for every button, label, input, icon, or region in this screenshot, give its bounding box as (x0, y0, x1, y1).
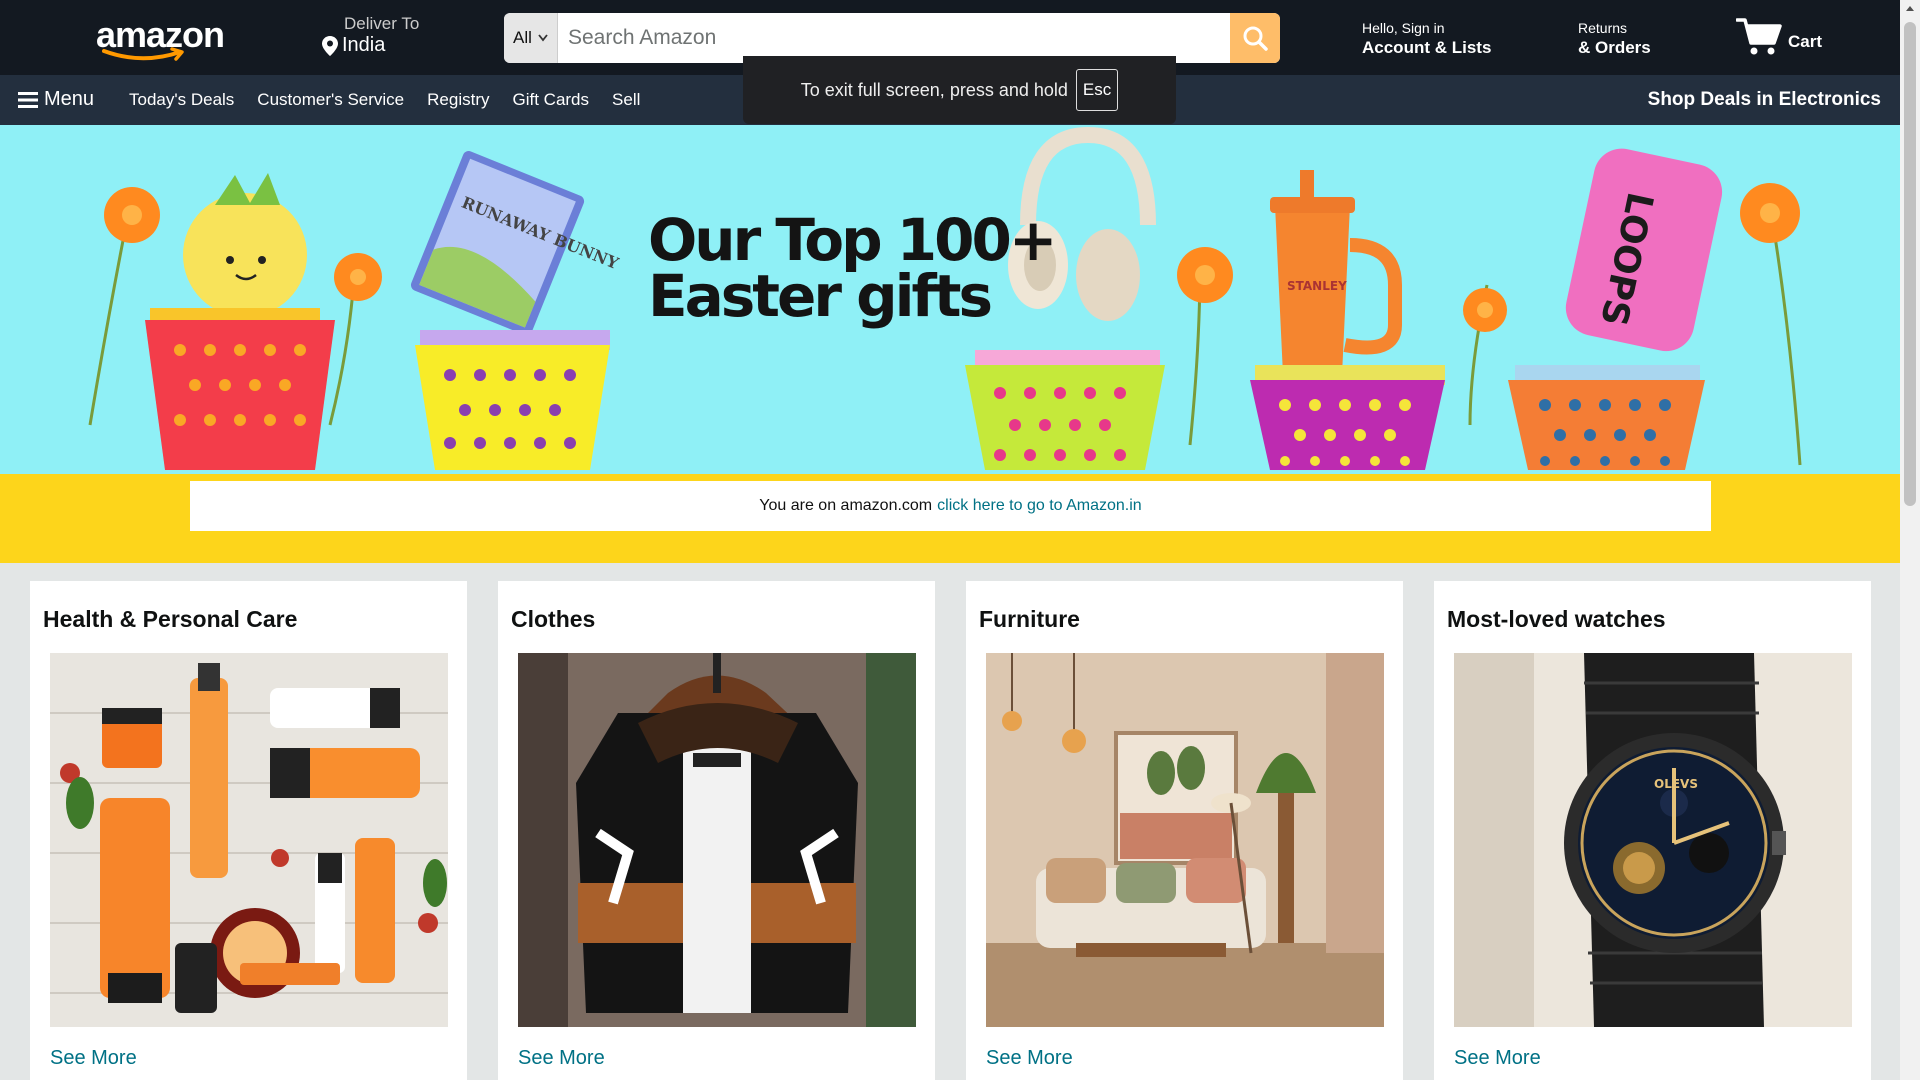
nav-link-todays-deals[interactable]: Today's Deals (129, 90, 234, 110)
see-more-link[interactable]: See More (50, 1047, 137, 1070)
loops-basket: LOOPS (1508, 148, 1723, 470)
card-title: Most-loved watches (1447, 606, 1666, 632)
card-image-jacket[interactable] (518, 653, 916, 1027)
pineapple-plush-basket (145, 173, 335, 470)
fullscreen-exit-toast: To exit full screen, press and hold Esc (743, 56, 1176, 124)
card-image-health-products[interactable] (50, 653, 448, 1027)
search-button[interactable] (1230, 13, 1280, 63)
esc-key-hint: Esc (1075, 69, 1119, 111)
deliver-location: India (342, 34, 386, 56)
nav-link-sell[interactable]: Sell (612, 90, 640, 110)
search-icon (1243, 26, 1268, 51)
hero-title-line2: Easter gifts (648, 262, 993, 330)
page-scrollbar[interactable] (1900, 0, 1920, 1080)
deliver-to[interactable]: Deliver To India (322, 14, 419, 57)
deliver-label: Deliver To (344, 14, 420, 33)
orders-label: & Orders (1578, 38, 1651, 57)
chevron-down-icon (538, 34, 548, 42)
see-more-link[interactable]: See More (518, 1047, 605, 1070)
shop-deals-electronics-link[interactable]: Shop Deals in Electronics (1648, 89, 1881, 111)
category-card-clothes: Clothes See More (498, 581, 935, 1080)
cart[interactable]: Cart (1736, 16, 1822, 56)
account-greeting: Hello, Sign in (1362, 20, 1445, 36)
search-category-select[interactable]: All (504, 13, 558, 63)
svg-text:STANLEY: STANLEY (1287, 279, 1347, 293)
scrollbar-thumb[interactable] (1904, 22, 1916, 506)
hamburger-icon (18, 91, 38, 108)
smile-arrow-icon (102, 47, 184, 61)
location-pin-icon (322, 35, 338, 56)
search-category-label: All (513, 28, 532, 47)
amazon-in-link[interactable]: click here to go to Amazon.in (937, 497, 1142, 515)
cart-icon (1736, 18, 1782, 55)
hero-banner[interactable]: RUNAWAY BUNNY STANLEY LOOPS Our Top 100+… (0, 125, 1900, 563)
hero-title: Our Top 100+ Easter gifts (648, 206, 1057, 330)
hero-title-line1: Our Top 100+ (648, 206, 1057, 274)
locale-notice: You are on amazon.com click here to go t… (190, 481, 1711, 531)
see-more-link[interactable]: See More (986, 1047, 1073, 1070)
card-title: Health & Personal Care (43, 606, 298, 632)
category-card-watches: Most-loved watches OLEVS See More (1434, 581, 1871, 1080)
see-more-link[interactable]: See More (1454, 1047, 1541, 1070)
card-image-living-room[interactable] (986, 653, 1384, 1027)
tumbler-basket: STANLEY (1250, 170, 1445, 470)
cart-label: Cart (1788, 32, 1823, 51)
menu-button[interactable]: Menu (18, 88, 94, 111)
category-card-furniture: Furniture See More (966, 581, 1403, 1080)
scroll-up-arrow-icon[interactable] (1905, 4, 1915, 12)
book-basket: RUNAWAY BUNNY (410, 151, 622, 470)
nav-link-customer-service[interactable]: Customer's Service (257, 90, 404, 110)
nav-link-gift-cards[interactable]: Gift Cards (513, 90, 590, 110)
returns-orders[interactable]: Returns & Orders (1578, 20, 1651, 58)
nav-link-registry[interactable]: Registry (427, 90, 489, 110)
amazon-logo[interactable]: amazon (96, 14, 236, 64)
svg-text:OLEVS: OLEVS (1654, 777, 1698, 791)
account-label: Account & Lists (1362, 38, 1492, 57)
account-lists[interactable]: Hello, Sign in Account & Lists (1362, 20, 1491, 58)
menu-label: Menu (44, 88, 95, 110)
card-title: Clothes (511, 606, 596, 632)
category-card-health: Health & Personal Care See More (30, 581, 467, 1080)
fullscreen-toast-text: To exit full screen, press and hold (800, 79, 1068, 100)
card-image-watch[interactable]: OLEVS (1454, 653, 1852, 1027)
locale-notice-text: You are on amazon.com (759, 497, 933, 514)
card-title: Furniture (979, 606, 1080, 632)
returns-label: Returns (1578, 20, 1628, 36)
